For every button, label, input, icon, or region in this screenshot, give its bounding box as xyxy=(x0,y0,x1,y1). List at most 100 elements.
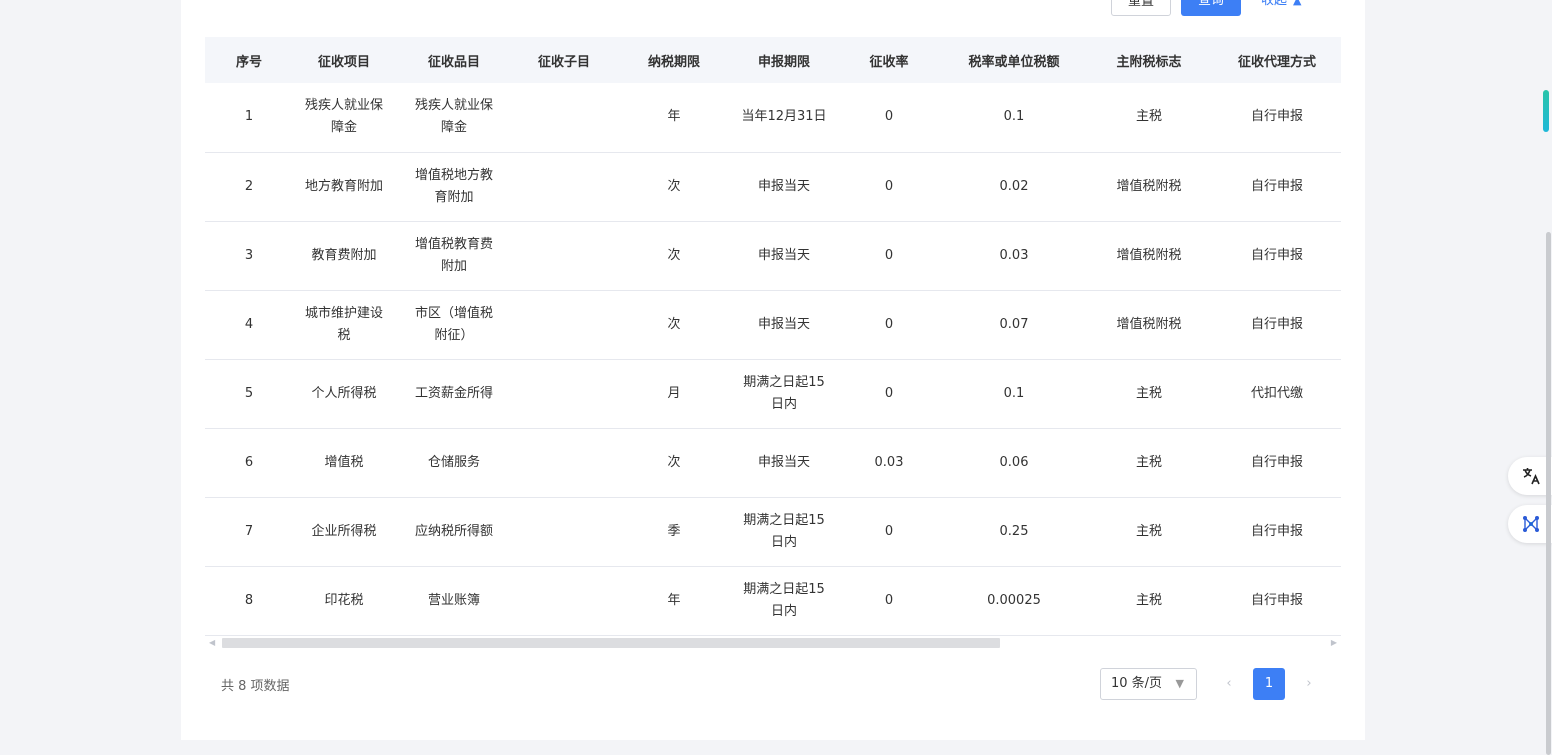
table-cell: 申报当天 xyxy=(733,290,835,360)
table-row[interactable]: 8 印花税 营业账簿 年 期满之日起15日内 0 0.00025 主税 自行申报 xyxy=(205,566,1341,636)
table-cell: 5 xyxy=(205,359,293,429)
next-page-button[interactable]: › xyxy=(1297,668,1321,700)
column-header[interactable]: 征收率 xyxy=(835,37,943,83)
table-cell: 自行申报 xyxy=(1213,221,1341,291)
cell-text: 申报当天 xyxy=(757,178,810,194)
cell-text: 申报当天 xyxy=(757,247,810,263)
table-cell: 地方教育附加 xyxy=(293,152,395,222)
cell-text: 教育费附加 xyxy=(311,247,377,263)
table-cell: 次 xyxy=(615,290,733,360)
column-header[interactable]: 征收子目 xyxy=(513,37,615,83)
table-cell: 0.1 xyxy=(943,83,1085,153)
table-row[interactable]: 6 增值税 仓储服务 次 申报当天 0.03 0.06 主税 自行申报 xyxy=(205,428,1341,498)
cell-text: 0 xyxy=(884,316,894,332)
collapse-button[interactable]: 收起 ▲ xyxy=(1261,0,1301,16)
table-cell: 0 xyxy=(835,290,943,360)
table-cell: 企业所得税 xyxy=(293,497,395,567)
table-row[interactable]: 4 城市维护建设税 市区（增值税附征） 次 申报当天 0 0.07 增值税附税 自行申报 xyxy=(205,290,1341,360)
cell-text: 自行申报 xyxy=(1250,454,1303,470)
table-cell: 2 xyxy=(205,152,293,222)
table-cell: 0.03 xyxy=(943,221,1085,291)
table-cell: 0 xyxy=(835,152,943,222)
cell-text: 个人所得税 xyxy=(311,385,377,401)
page-number-button[interactable]: 1 xyxy=(1253,668,1285,700)
table-cell xyxy=(513,497,615,567)
table-row[interactable]: 7 企业所得税 应纳税所得额 季 期满之日起15日内 0 0.25 主税 自行申报 xyxy=(205,497,1341,567)
table-cell: 年 xyxy=(615,83,733,153)
page-size-select[interactable]: 10 条/页 ▼ xyxy=(1100,668,1197,700)
cell-text: 0.03 xyxy=(874,454,904,470)
column-header[interactable]: 征收项目 xyxy=(293,37,395,83)
table-cell: 个人所得税 xyxy=(293,359,395,429)
cell-text: 期满之日起15日内 xyxy=(743,581,825,619)
table-cell: 0.00025 xyxy=(943,566,1085,636)
chevron-left-icon: ‹ xyxy=(1226,676,1232,691)
table-row[interactable]: 3 教育费附加 增值税教育费附加 次 申报当天 0 0.03 增值税附税 自行申报 xyxy=(205,221,1341,291)
cell-text: 主税 xyxy=(1135,385,1162,401)
cell-text: 0.02 xyxy=(999,178,1029,194)
table-cell: 申报当天 xyxy=(733,152,835,222)
table-cell: 应纳税所得额 xyxy=(395,497,513,567)
table-cell: 季 xyxy=(615,497,733,567)
cell-text: 印花税 xyxy=(324,592,364,608)
horizontal-scroll-thumb[interactable] xyxy=(222,638,1000,648)
column-header[interactable]: 征收代理方式 xyxy=(1213,37,1341,83)
table-cell: 自行申报 xyxy=(1213,566,1341,636)
network-icon xyxy=(1523,516,1539,532)
cell-text: 0 xyxy=(884,523,894,539)
table-cell: 自行申报 xyxy=(1213,83,1341,153)
cell-text: 4 xyxy=(244,316,254,332)
table-cell: 残疾人就业保障金 xyxy=(293,83,395,153)
prev-page-button[interactable]: ‹ xyxy=(1217,668,1241,700)
cell-text: 增值税附税 xyxy=(1116,247,1182,263)
table-cell: 0 xyxy=(835,221,943,291)
horizontal-scrollbar[interactable]: ◀ ▶ xyxy=(205,636,1341,650)
table-cell: 申报当天 xyxy=(733,221,835,291)
cell-text: 次 xyxy=(667,247,681,263)
table-cell: 0.03 xyxy=(835,428,943,498)
column-header[interactable]: 征收品目 xyxy=(395,37,513,83)
query-button[interactable]: 查询 xyxy=(1181,0,1241,16)
page-scroll-thumb[interactable] xyxy=(1546,232,1551,755)
cell-text: 3 xyxy=(244,247,254,263)
table-cell: 自行申报 xyxy=(1213,497,1341,567)
cell-text: 0.1 xyxy=(1003,385,1025,401)
cell-text: 0.03 xyxy=(999,247,1029,263)
table-cell: 1 xyxy=(205,83,293,153)
cell-text: 自行申报 xyxy=(1250,109,1303,125)
tax-table-container: 序号 征收项目 征收品目 征收子目 纳税期限 申报期限 征收率 税率或单位税额 … xyxy=(205,37,1341,651)
cell-text: 应纳税所得额 xyxy=(414,523,493,539)
cell-text: 地方教育附加 xyxy=(304,178,383,194)
table-cell: 市区（增值税附征） xyxy=(395,290,513,360)
column-header[interactable]: 纳税期限 xyxy=(615,37,733,83)
table-cell xyxy=(513,221,615,291)
scroll-left-icon[interactable]: ◀ xyxy=(209,638,215,647)
table-cell: 自行申报 xyxy=(1213,428,1341,498)
table-row[interactable]: 5 个人所得税 工资薪金所得 月 期满之日起15日内 0 0.1 主税 代扣代缴 xyxy=(205,359,1341,429)
cell-text: 自行申报 xyxy=(1250,316,1303,332)
table-cell: 申报当天 xyxy=(733,428,835,498)
column-header[interactable]: 主附税标志 xyxy=(1085,37,1213,83)
column-header[interactable]: 申报期限 xyxy=(733,37,835,83)
cell-text: 期满之日起15日内 xyxy=(743,512,825,550)
table-cell: 4 xyxy=(205,290,293,360)
table-cell: 0.07 xyxy=(943,290,1085,360)
cell-text: 申报当天 xyxy=(757,454,810,470)
table-cell: 6 xyxy=(205,428,293,498)
table-cell: 仓储服务 xyxy=(395,428,513,498)
table-cell: 主税 xyxy=(1085,359,1213,429)
table-cell: 主税 xyxy=(1085,83,1213,153)
cell-text: 6 xyxy=(244,454,254,470)
reset-button[interactable]: 重置 xyxy=(1111,0,1171,16)
column-header[interactable]: 序号 xyxy=(205,37,293,83)
table-row[interactable]: 1 残疾人就业保障金 残疾人就业保障金 年 当年12月31日 0 0.1 主税 自行申报 xyxy=(205,83,1341,153)
chevron-up-icon: ▲ xyxy=(1293,0,1302,7)
cell-text: 仓储服务 xyxy=(427,454,480,470)
page-scrollbar[interactable] xyxy=(1544,0,1552,755)
scroll-right-icon[interactable]: ▶ xyxy=(1331,638,1337,647)
chevron-right-icon: › xyxy=(1306,676,1312,691)
table-row[interactable]: 2 地方教育附加 增值税地方教育附加 次 申报当天 0 0.02 增值税附税 自行申报 xyxy=(205,152,1341,222)
table-cell: 增值税附税 xyxy=(1085,221,1213,291)
column-header[interactable]: 税率或单位税额 xyxy=(943,37,1085,83)
table-cell xyxy=(513,152,615,222)
